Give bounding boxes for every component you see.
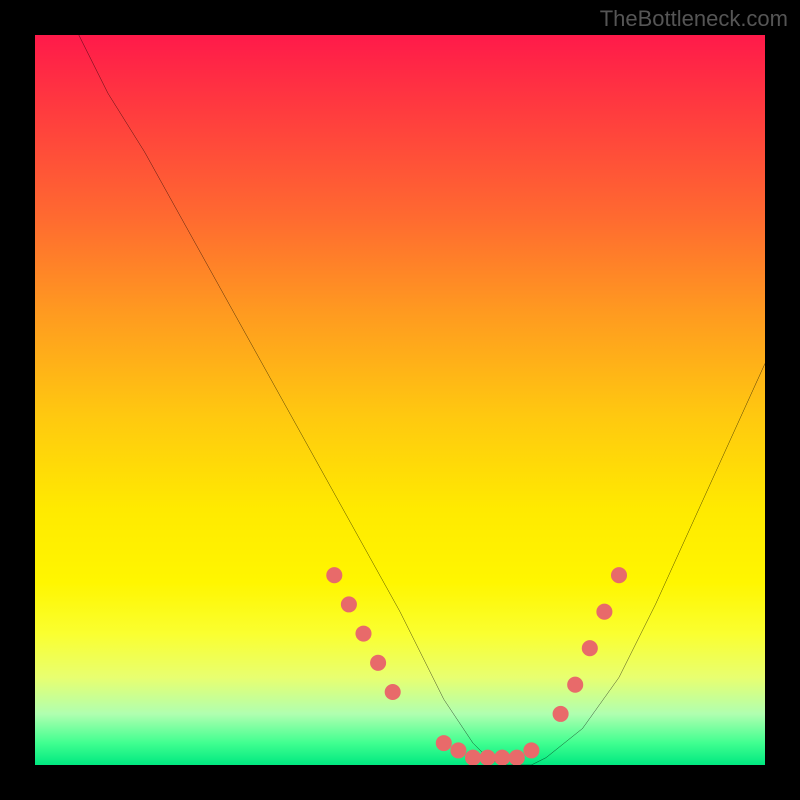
chart-svg — [35, 35, 765, 765]
chart-area — [35, 35, 765, 765]
watermark-text: TheBottleneck.com — [600, 6, 788, 32]
curve-marker — [465, 750, 481, 765]
curve-marker — [523, 742, 539, 758]
curve-marker — [582, 640, 598, 656]
curve-marker — [509, 750, 525, 765]
curve-marker — [436, 735, 452, 751]
curve-marker — [596, 604, 612, 620]
curve-marker — [326, 567, 342, 583]
curve-markers — [326, 567, 627, 765]
curve-marker — [611, 567, 627, 583]
curve-marker — [370, 655, 386, 671]
curve-marker — [553, 706, 569, 722]
bottleneck-curve-path — [79, 35, 765, 765]
curve-marker — [355, 626, 371, 642]
curve-marker — [480, 750, 496, 765]
curve-marker — [494, 750, 510, 765]
curve-marker — [450, 742, 466, 758]
curve-marker — [567, 677, 583, 693]
curve-marker — [341, 596, 357, 612]
curve-marker — [385, 684, 401, 700]
